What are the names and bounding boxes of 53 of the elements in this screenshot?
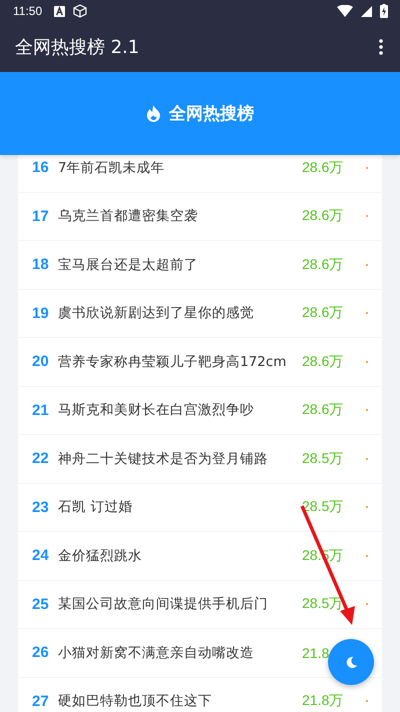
more-options-icon[interactable] bbox=[379, 39, 383, 55]
list-item[interactable]: 19 虞书欣说新剧达到了星你的感觉 28.6万 bbox=[18, 290, 382, 337]
rank-number: 16 bbox=[32, 159, 50, 176]
rank-number: 20 bbox=[32, 353, 50, 370]
rank-number: 19 bbox=[32, 304, 50, 322]
topic-title: 某国公司故意向间谍提供手机后门 bbox=[58, 595, 269, 614]
banner-title: 全网热搜榜 bbox=[169, 103, 254, 125]
rank-number: 18 bbox=[32, 256, 50, 274]
cube-icon bbox=[73, 4, 88, 18]
topic-title: 马斯克和美财长在白宫激烈争吵 bbox=[58, 401, 255, 420]
heat-count: 28.6万 bbox=[302, 352, 344, 371]
rank-number: 23 bbox=[32, 498, 50, 516]
topic-title: 宝马展台还是太超前了 bbox=[58, 256, 199, 274]
heat-count: 28.5万 bbox=[302, 450, 344, 468]
topic-title: 硬如巴特勒也顶不住这下 bbox=[58, 692, 213, 710]
rank-number: 21 bbox=[32, 402, 50, 419]
topic-title: 乌克兰首都遭密集空袭 bbox=[58, 207, 199, 226]
list-item[interactable]: 21 马斯克和美财长在白宫激烈争吵 28.6万 bbox=[18, 386, 382, 434]
battery-icon bbox=[380, 4, 388, 18]
topic-title: 石凯 订过婚 bbox=[58, 498, 134, 516]
topic-title: 金价猛烈跳水 bbox=[58, 546, 143, 565]
list-item[interactable]: 20 营养专家称冉莹颖儿子靶身高172cm 28.6万 bbox=[18, 338, 382, 386]
list-item[interactable]: 27 硬如巴特勒也顶不住这下 21.8万 bbox=[18, 678, 382, 712]
heat-count: 28.6万 bbox=[302, 256, 344, 274]
heat-count: 28.6万 bbox=[302, 207, 344, 226]
list-item[interactable]: 16 7年前石凯未成年 28.6万 bbox=[18, 155, 382, 192]
status-time: 11:50 bbox=[13, 4, 42, 18]
rank-number: 22 bbox=[32, 450, 50, 468]
keyboard-icon bbox=[54, 6, 66, 16]
list-item[interactable]: 18 宝马展台还是太超前了 28.6万 bbox=[18, 241, 382, 288]
topic-title: 7年前石凯未成年 bbox=[58, 158, 166, 177]
heat-count: 28.6万 bbox=[302, 401, 344, 420]
topic-title: 虞书欣说新剧达到了星你的感觉 bbox=[58, 304, 255, 322]
flame-icon bbox=[146, 105, 161, 122]
topic-title: 营养专家称冉莹颖儿子靶身高172cm bbox=[58, 352, 288, 371]
rank-number: 26 bbox=[32, 644, 50, 662]
app-title: 全网热搜榜 2.1 bbox=[15, 36, 140, 59]
heat-count: 28.6万 bbox=[302, 304, 344, 322]
topic-title: 神舟二十关键技术是否为登月铺路 bbox=[58, 450, 269, 468]
list-item[interactable]: 22 神舟二十关键技术是否为登月铺路 28.5万 bbox=[18, 435, 382, 482]
signal-icon bbox=[361, 6, 372, 16]
heat-count: 21.8万 bbox=[302, 692, 344, 710]
list-item[interactable]: 26 小猫对新窝不满意亲自动嘴改造 21.8 bbox=[18, 629, 382, 676]
rank-number: 24 bbox=[32, 547, 50, 564]
topic-title: 小猫对新窝不满意亲自动嘴改造 bbox=[58, 644, 255, 662]
list-item[interactable]: 17 乌克兰首都遭密集空袭 28.6万 bbox=[18, 192, 382, 240]
moon-icon bbox=[344, 656, 358, 668]
rank-number: 25 bbox=[32, 596, 50, 613]
rank-number: 27 bbox=[32, 692, 50, 710]
heat-count: 21.8 bbox=[302, 644, 330, 661]
rank-number: 17 bbox=[32, 208, 50, 225]
heat-count: 28.6万 bbox=[302, 158, 344, 177]
wifi-icon bbox=[337, 5, 353, 17]
